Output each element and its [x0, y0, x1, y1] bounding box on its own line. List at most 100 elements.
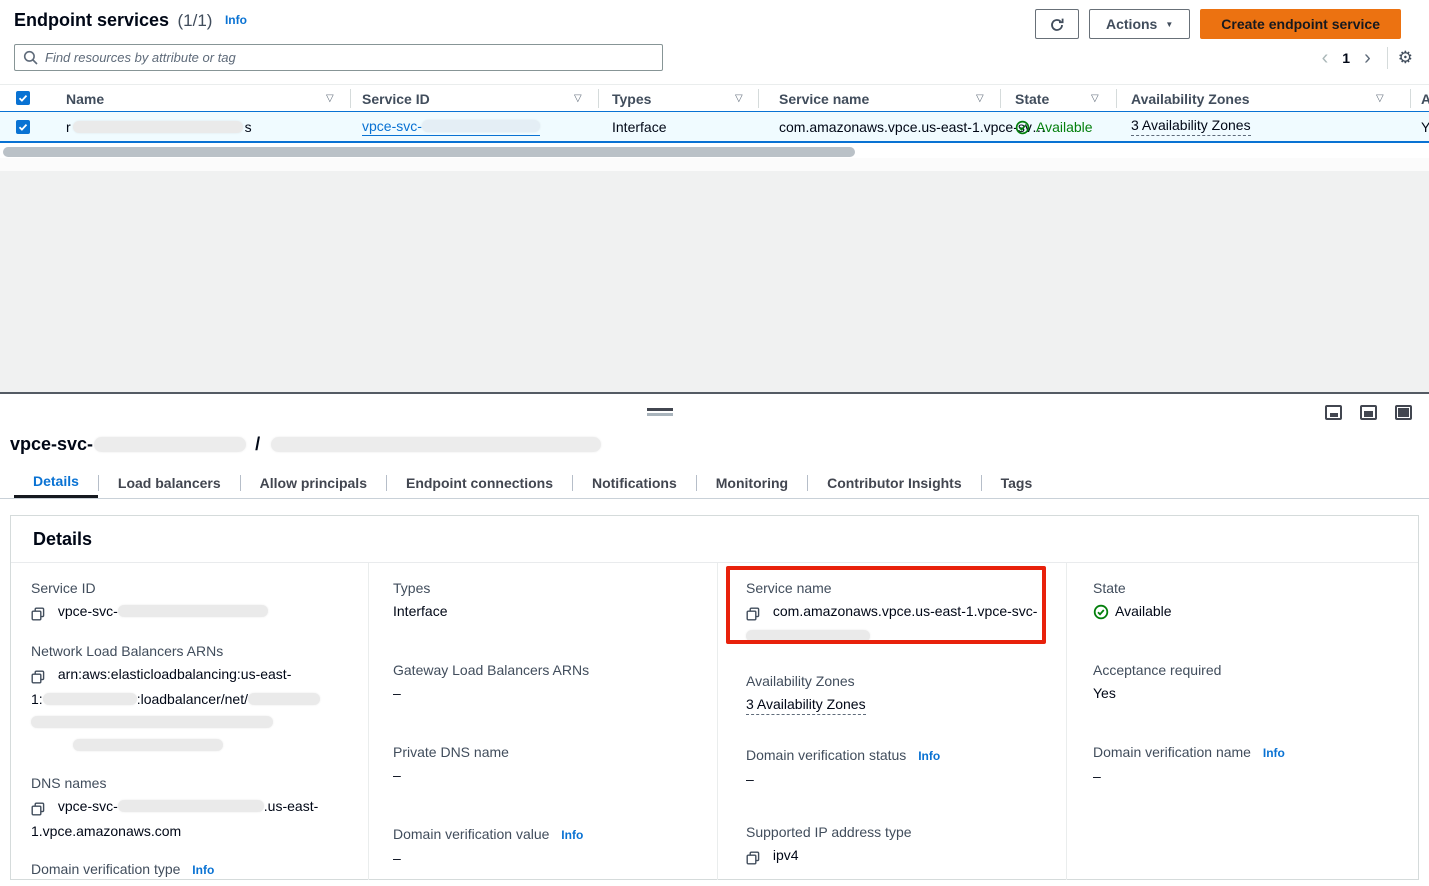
page-count: (1/1) [178, 11, 213, 30]
dns-value-line2: 1.vpce.amazonaws.com [31, 820, 342, 842]
details-card-title: Details [33, 529, 92, 550]
redacted-text [118, 800, 264, 812]
field-label: Supported IP address type [746, 822, 1040, 843]
field-label: Availability Zones [746, 671, 1040, 692]
field-value: – [746, 768, 1040, 790]
filter-icon[interactable]: ▽ [1376, 85, 1384, 112]
previous-page-icon[interactable]: ‹ [1314, 47, 1337, 69]
column-header-service-name[interactable]: Service name [779, 85, 869, 112]
redacted-text [73, 739, 223, 751]
field-dns-names: DNS names vpce-svc-.us-east- 1.vpce.amaz… [31, 773, 368, 842]
tab-endpoint-connections[interactable]: Endpoint connections [387, 467, 572, 498]
tab-tags[interactable]: Tags [982, 467, 1052, 498]
dns-value-suffix: .us-east- [264, 798, 318, 814]
column-header-state[interactable]: State [1015, 85, 1049, 112]
title-info-link[interactable]: Info [225, 13, 247, 27]
column-divider [598, 89, 599, 108]
redacted-text [94, 437, 246, 452]
filter-icon[interactable]: ▽ [574, 85, 582, 112]
info-link[interactable]: Info [918, 749, 940, 763]
content-background [0, 171, 1429, 392]
tab-bar: Details Load balancers Allow principals … [0, 467, 1429, 499]
field-value: – [393, 764, 691, 786]
tab-allow-principals[interactable]: Allow principals [241, 467, 386, 498]
column-header-name[interactable]: Name [66, 85, 104, 112]
panel-size-small-icon[interactable] [1325, 405, 1342, 420]
copy-icon[interactable] [31, 800, 45, 816]
details-column-1: Service ID vpce-svc- Network Load Balanc… [11, 563, 369, 880]
cell-name-suffix: s [245, 119, 252, 135]
column-divider [758, 89, 759, 108]
redacted-text [43, 693, 137, 705]
tab-contributor-insights[interactable]: Contributor Insights [808, 467, 981, 498]
field-availability-zones: Availability Zones 3 Availability Zones [746, 671, 1066, 715]
cell-availability-zones: 3 Availability Zones [1131, 112, 1251, 141]
panel-title: vpce-svc- / [10, 434, 601, 455]
field-label: Service ID [31, 578, 342, 599]
column-header-acceptance-required[interactable]: Acceptance required [1421, 85, 1429, 112]
row-checkbox[interactable] [16, 120, 30, 134]
availability-zones-link[interactable]: 3 Availability Zones [1131, 117, 1251, 136]
field-state: State Available [1093, 578, 1418, 622]
cell-name: rs [66, 112, 252, 141]
info-link[interactable]: Info [561, 828, 583, 842]
next-page-icon[interactable]: › [1356, 47, 1379, 69]
field-label: Domain verification value [393, 826, 549, 842]
cell-acceptance-required: Yes [1421, 112, 1429, 141]
copy-icon[interactable] [31, 668, 45, 684]
column-divider [1410, 89, 1411, 108]
service-id-link[interactable]: vpce-svc- [362, 118, 540, 136]
panel-title-separator: / [255, 434, 260, 454]
tab-details[interactable]: Details [14, 467, 98, 498]
gear-icon[interactable]: ⚙ [1398, 46, 1413, 70]
panel-size-half-icon[interactable] [1360, 405, 1377, 420]
info-link[interactable]: Info [1263, 746, 1285, 760]
search-input[interactable] [45, 50, 654, 65]
nlb-arn-line2-prefix: 1: [31, 691, 43, 707]
ip-type-value: ipv4 [773, 847, 799, 863]
nlb-arn-line1: arn:aws:elasticloadbalancing:us-east- [58, 666, 291, 682]
filter-icon[interactable]: ▽ [1091, 85, 1099, 112]
panel-resize-handle[interactable] [647, 408, 673, 416]
tab-load-balancers[interactable]: Load balancers [99, 467, 240, 498]
page-number[interactable]: 1 [1336, 50, 1356, 66]
cell-service-id: vpce-svc- [362, 112, 540, 141]
refresh-button[interactable] [1035, 9, 1079, 39]
field-label: Domain verification status [746, 747, 906, 763]
details-column-4: State Available Acceptance required Yes [1067, 563, 1418, 880]
field-glb-arns: Gateway Load Balancers ARNs – [393, 660, 717, 704]
search-icon [23, 49, 38, 67]
copy-icon[interactable] [31, 605, 45, 621]
filter-icon[interactable]: ▽ [735, 85, 743, 112]
field-value: Interface [393, 600, 691, 622]
tab-notifications[interactable]: Notifications [573, 467, 696, 498]
filter-icon[interactable]: ▽ [976, 85, 984, 112]
availability-zones-link[interactable]: 3 Availability Zones [746, 696, 866, 715]
filter-icon[interactable]: ▽ [326, 85, 334, 112]
column-header-service-id[interactable]: Service ID [362, 85, 430, 112]
search-box[interactable] [14, 44, 663, 71]
column-divider [1000, 89, 1001, 108]
cell-name-prefix: r [66, 119, 71, 135]
select-all-checkbox[interactable] [16, 91, 30, 105]
service-id-value-prefix: vpce-svc- [58, 603, 118, 619]
field-value: – [1093, 765, 1392, 787]
tab-monitoring[interactable]: Monitoring [697, 467, 807, 498]
field-value: – [31, 882, 342, 886]
field-domain-verification-type: Domain verification type Info – [31, 859, 368, 886]
copy-icon[interactable] [746, 849, 760, 865]
redacted-text [31, 716, 273, 728]
copy-icon[interactable] [746, 605, 760, 621]
status-available-icon [1015, 118, 1030, 135]
panel-size-full-icon[interactable] [1395, 405, 1412, 420]
redacted-text [271, 437, 601, 452]
create-endpoint-service-button[interactable]: Create endpoint service [1200, 9, 1401, 39]
info-link[interactable]: Info [192, 863, 214, 877]
table-row[interactable]: rs vpce-svc- Interface com.amazonaws.vpc… [0, 111, 1429, 143]
column-header-types[interactable]: Types [612, 85, 651, 112]
page-header: Endpoint services (1/1) Info [14, 10, 247, 42]
column-header-availability-zones[interactable]: Availability Zones [1131, 85, 1250, 112]
horizontal-scrollbar-thumb[interactable] [3, 147, 855, 157]
field-acceptance-required: Acceptance required Yes [1093, 660, 1418, 704]
actions-button[interactable]: Actions ▼ [1089, 9, 1190, 39]
